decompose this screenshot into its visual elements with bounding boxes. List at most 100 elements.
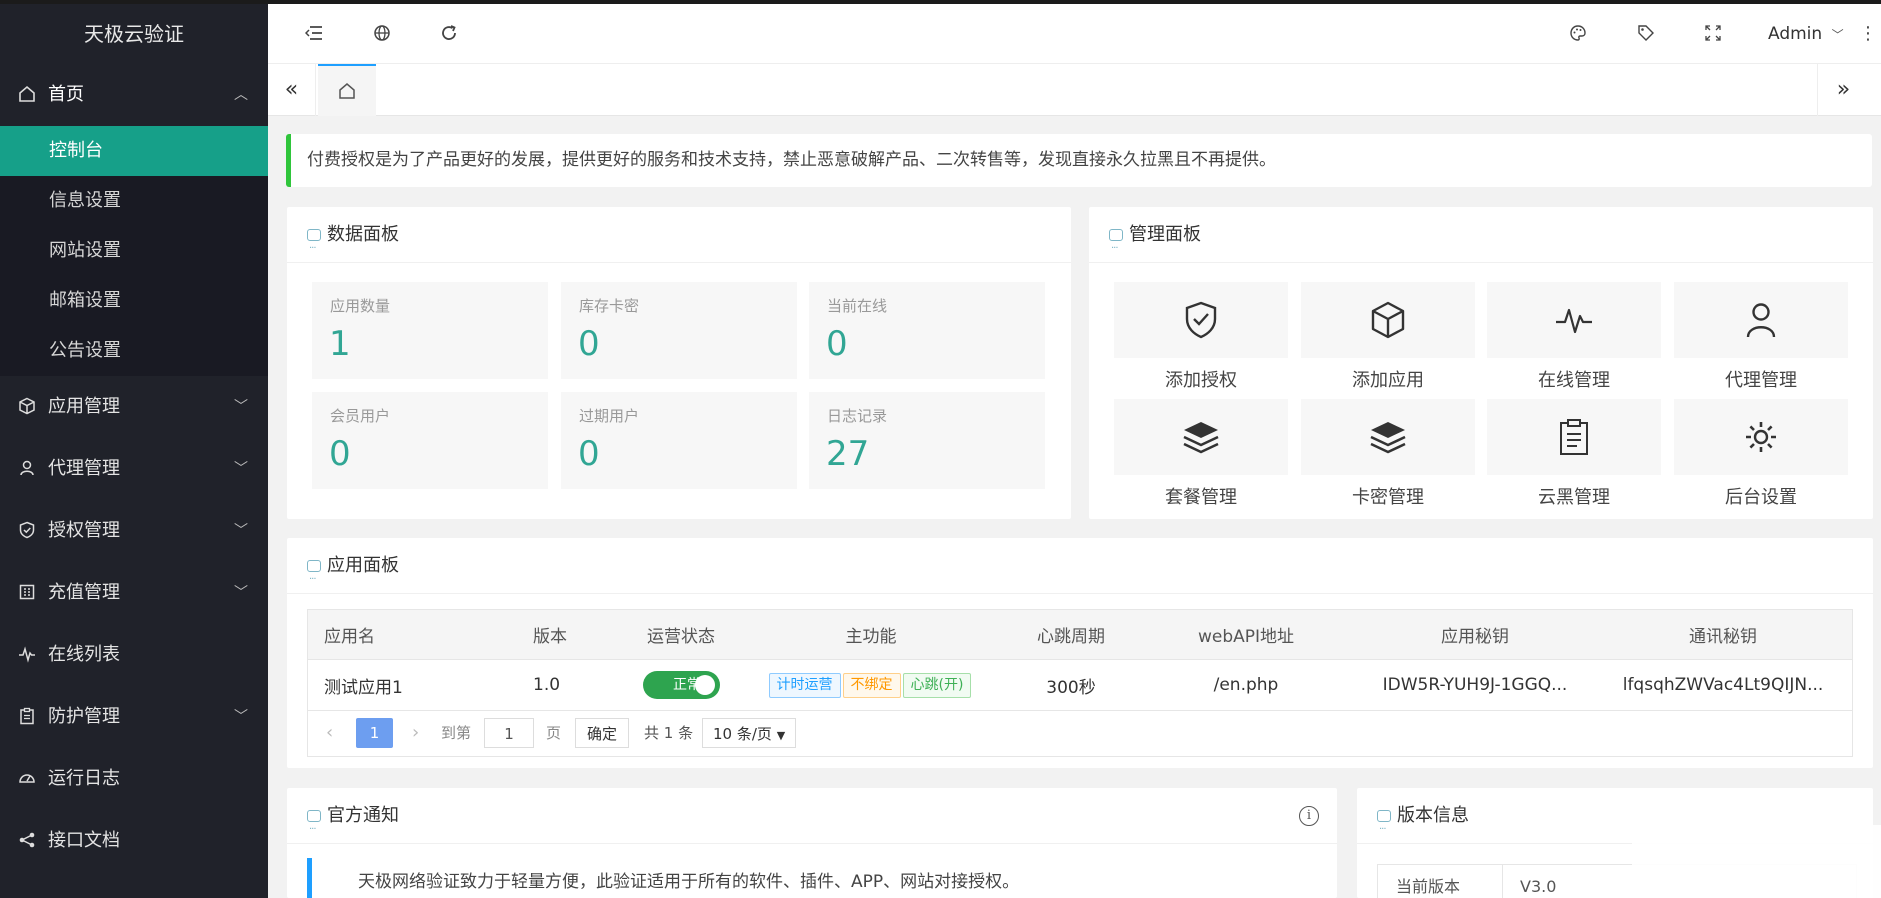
stat-app-count[interactable]: 应用数量 1	[312, 282, 548, 379]
stat-members[interactable]: 会员用户 0	[312, 392, 548, 489]
sidebar-item-home[interactable]: 首页 ︿	[0, 64, 268, 126]
sidebar-item-protection[interactable]: 防护管理 ﹀	[0, 686, 268, 748]
info-icon[interactable]: i	[1299, 806, 1319, 826]
tab-home[interactable]	[318, 64, 376, 116]
sidebar-item-recharge[interactable]: 充值管理 ﹀	[0, 562, 268, 624]
cube-icon	[17, 376, 37, 438]
goto-page-input[interactable]: 1	[484, 718, 534, 748]
panel-icon	[307, 221, 321, 277]
sidebar-item-label: 运行日志	[48, 768, 120, 789]
chevron-down-icon: ﹀	[234, 399, 248, 415]
more-icon[interactable]: ⋮	[1858, 4, 1878, 64]
sidebar-item-run-log[interactable]: 运行日志	[0, 748, 268, 810]
panel-icon	[307, 552, 321, 608]
stat-expired[interactable]: 过期用户 0	[561, 392, 797, 489]
sidebar-item-label: 首页	[48, 84, 84, 105]
menu-collapse-icon[interactable]	[294, 4, 334, 64]
layers-icon	[1370, 422, 1406, 454]
sidebar-item-license[interactable]: 授权管理 ﹀	[0, 500, 268, 562]
version-value: V3.0	[1520, 877, 1557, 896]
stat-value: 0	[578, 434, 600, 474]
tile-admin-settings[interactable]: 后台设置	[1674, 399, 1848, 509]
shield-icon	[17, 500, 37, 562]
switch-knob	[694, 675, 715, 695]
cell-version: 1.0	[533, 675, 561, 695]
col-header: 主功能	[845, 627, 897, 647]
cell-app-name: 测试应用1	[324, 677, 403, 698]
prev-page-icon[interactable]: ‹	[326, 718, 333, 748]
user-icon	[1746, 303, 1776, 338]
sidebar-item-apps[interactable]: 应用管理 ﹀	[0, 376, 268, 438]
cell-features: 计时运营 不绑定 心跳(开)	[736, 672, 1006, 698]
page-1-button[interactable]: 1	[356, 718, 393, 748]
col-header: 心跳周期	[1037, 627, 1105, 647]
official-notice-title: 官方通知	[327, 805, 399, 826]
stat-card-stock[interactable]: 库存卡密 0	[561, 282, 797, 379]
fullscreen-icon[interactable]	[1693, 4, 1733, 64]
goto-label: 到第	[441, 724, 472, 742]
sidebar-item-api-docs[interactable]: 接口文档	[0, 810, 268, 872]
palette-icon[interactable]	[1558, 4, 1598, 64]
version-label: 当前版本	[1378, 865, 1503, 898]
license-notice: 付费授权是为了产品更好的发展，提供更好的服务和技术支持，禁止恶意破解产品、二次转…	[286, 134, 1872, 187]
chevron-up-icon: ︿	[234, 87, 248, 103]
tag-icon[interactable]	[1626, 4, 1666, 64]
home-submenu: 控制台 信息设置 网站设置 邮箱设置 公告设置	[0, 126, 268, 376]
cube-icon	[1371, 301, 1405, 339]
goto-confirm-button[interactable]: 确定	[575, 718, 629, 748]
sidebar-item-online-list[interactable]: 在线列表	[0, 624, 268, 686]
sidebar-item-label: 接口文档	[48, 830, 120, 851]
tile-label: 添加应用	[1352, 370, 1424, 391]
app-panel-title: 应用面板	[327, 555, 399, 576]
tabs-scroll-left-icon[interactable]: «	[268, 64, 316, 116]
sidebar-item-label: 在线列表	[48, 644, 120, 665]
tab-bar: « »	[268, 64, 1881, 116]
tile-card-manage[interactable]: 卡密管理	[1301, 399, 1475, 509]
sidebar-subitem-announce-settings[interactable]: 公告设置	[0, 326, 268, 376]
sidebar-subitem-site-settings[interactable]: 网站设置	[0, 226, 268, 276]
next-page-icon[interactable]: ›	[412, 718, 419, 748]
share-icon	[17, 810, 37, 872]
stat-value: 0	[826, 324, 848, 364]
total-count: 共 1 条	[644, 724, 694, 742]
sidebar-item-agents[interactable]: 代理管理 ﹀	[0, 438, 268, 500]
user-name: Admin	[1768, 24, 1823, 44]
app-table: 应用名 版本 运营状态 主功能 心跳周期 webAPI地址 应用秘钥 通讯秘钥 …	[307, 609, 1853, 711]
sidebar: 天极云验证 首页 ︿ 控制台 信息设置 网站设置 邮箱设置 公告设置 应用管理 …	[0, 4, 268, 898]
user-menu[interactable]: Admin ﹀	[1768, 4, 1844, 64]
stat-logs[interactable]: 日志记录 27	[809, 392, 1045, 489]
tile-add-license[interactable]: 添加授权	[1114, 282, 1288, 392]
data-panel-header: 数据面板	[287, 207, 1071, 277]
tag-unbound: 不绑定	[842, 672, 901, 698]
tile-cloud-blacklist[interactable]: 云黑管理	[1487, 399, 1661, 509]
sidebar-subitem-info-settings[interactable]: 信息设置	[0, 176, 268, 226]
stat-online[interactable]: 当前在线 0	[809, 282, 1045, 379]
page-size-select[interactable]: 10 条/页 ▼	[702, 718, 796, 748]
tile-agent-manage[interactable]: 代理管理	[1674, 282, 1848, 392]
pulse-icon	[17, 624, 37, 686]
refresh-icon[interactable]	[429, 4, 469, 64]
col-header: 应用秘钥	[1441, 627, 1509, 647]
stat-label: 当前在线	[827, 297, 888, 315]
tile-online-manage[interactable]: 在线管理	[1487, 282, 1661, 392]
tabs-scroll-right-icon[interactable]: »	[1817, 64, 1869, 116]
globe-icon[interactable]	[362, 4, 402, 64]
tile-label: 添加授权	[1165, 370, 1237, 391]
tag-heartbeat: 心跳(开)	[902, 672, 972, 698]
version-info-title: 版本信息	[1397, 805, 1469, 826]
clipboard-icon	[1560, 419, 1588, 455]
data-panel-title: 数据面板	[327, 224, 399, 245]
tile-add-app[interactable]: 添加应用	[1301, 282, 1475, 392]
manage-panel-title: 管理面板	[1129, 224, 1201, 245]
stat-label: 应用数量	[330, 297, 391, 315]
sidebar-subitem-console[interactable]: 控制台	[0, 126, 268, 176]
cell-comm-key: lfqsqhZWVac4Lt9QIJN...	[1622, 675, 1824, 695]
sidebar-subitem-mail-settings[interactable]: 邮箱设置	[0, 276, 268, 326]
top-header: Admin ﹀ ⋮	[268, 4, 1881, 64]
col-header: 应用名	[324, 627, 375, 647]
tile-plan-manage[interactable]: 套餐管理	[1114, 399, 1288, 509]
tile-label: 云黑管理	[1538, 487, 1610, 508]
status-switch[interactable]: 正常	[642, 671, 720, 699]
chevron-down-icon: ﹀	[234, 461, 248, 477]
official-notice-header: 官方通知 i	[287, 788, 1337, 858]
